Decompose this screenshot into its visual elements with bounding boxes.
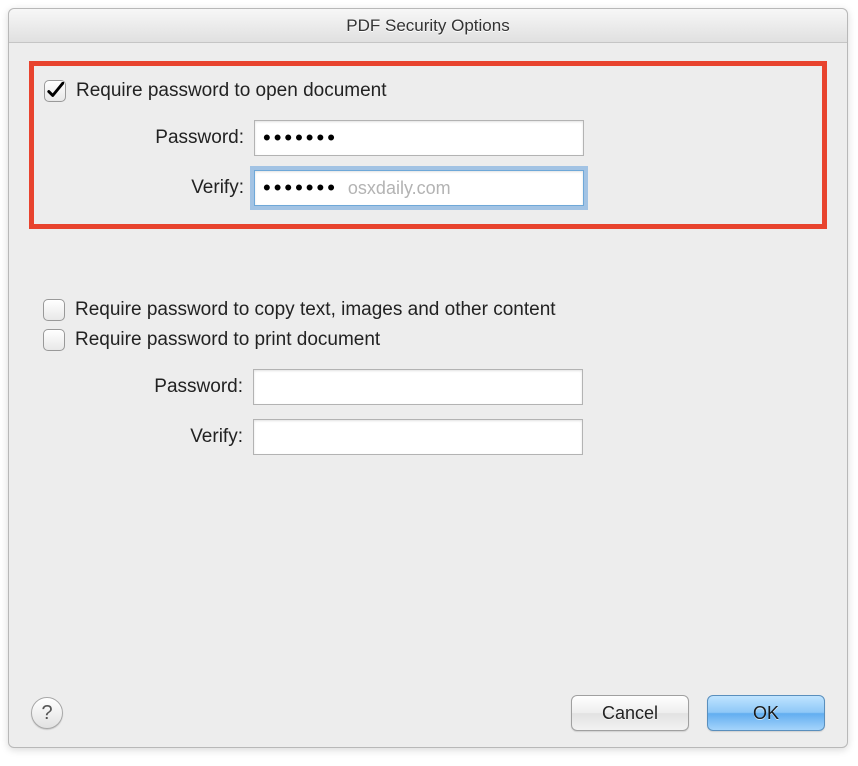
cancel-button[interactable]: Cancel xyxy=(571,695,689,731)
help-button[interactable]: ? xyxy=(31,697,63,729)
ok-label: OK xyxy=(753,703,779,724)
require-print-row: Require password to print document xyxy=(43,329,827,351)
perm-password-label: Password: xyxy=(43,376,253,398)
perm-verify-row: Verify: xyxy=(43,419,827,455)
watermark-text: osxdaily.com xyxy=(348,178,451,199)
require-copy-checkbox[interactable] xyxy=(43,299,65,321)
help-icon: ? xyxy=(41,702,52,725)
open-password-section: Require password to open document Passwo… xyxy=(29,61,827,229)
button-group: Cancel OK xyxy=(571,695,825,731)
ok-button[interactable]: OK xyxy=(707,695,825,731)
open-password-value: ••••••• xyxy=(263,127,338,149)
open-verify-value: ••••••• xyxy=(263,177,338,199)
require-print-checkbox[interactable] xyxy=(43,329,65,351)
check-icon xyxy=(46,82,64,100)
open-password-label: Password: xyxy=(44,127,254,149)
open-verify-row: Verify: ••••••• osxdaily.com xyxy=(44,170,810,206)
open-verify-input[interactable]: ••••••• osxdaily.com xyxy=(254,170,584,206)
require-copy-label: Require password to copy text, images an… xyxy=(75,299,556,321)
perm-password-input[interactable] xyxy=(253,369,583,405)
perm-password-row: Password: xyxy=(43,369,827,405)
require-copy-row: Require password to copy text, images an… xyxy=(43,299,827,321)
open-password-row: Password: ••••••• xyxy=(44,120,810,156)
permissions-section: Require password to copy text, images an… xyxy=(29,299,827,455)
require-open-row: Require password to open document xyxy=(44,80,810,102)
require-print-label: Require password to print document xyxy=(75,329,380,351)
require-open-label: Require password to open document xyxy=(76,80,387,102)
dialog-content: Require password to open document Passwo… xyxy=(9,43,847,747)
perm-verify-label: Verify: xyxy=(43,426,253,448)
open-password-input[interactable]: ••••••• xyxy=(254,120,584,156)
open-verify-label: Verify: xyxy=(44,177,254,199)
window-titlebar: PDF Security Options xyxy=(9,9,847,43)
require-open-checkbox[interactable] xyxy=(44,80,66,102)
dialog-window: PDF Security Options Require password to… xyxy=(8,8,848,748)
perm-verify-input[interactable] xyxy=(253,419,583,455)
dialog-footer: ? Cancel OK xyxy=(31,695,825,731)
window-title: PDF Security Options xyxy=(346,16,509,36)
cancel-label: Cancel xyxy=(602,703,658,724)
